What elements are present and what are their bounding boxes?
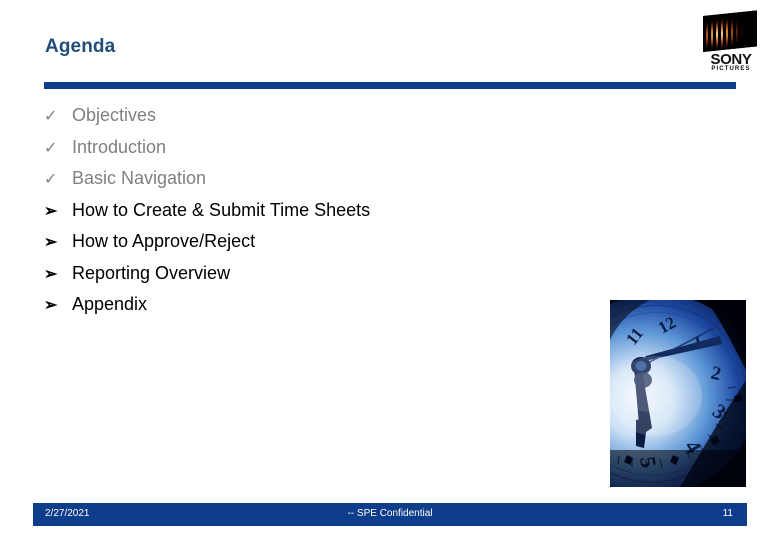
arrow-icon: ➢: [44, 265, 58, 283]
list-item: ✓ Basic Navigation: [44, 163, 564, 195]
agenda-item-label: Reporting Overview: [72, 262, 231, 283]
check-icon: ✓: [44, 108, 58, 125]
logo-brand-text: SONY: [710, 51, 752, 68]
agenda-item-label: How to Create & Submit Time Sheets: [72, 199, 371, 220]
list-item: ✓ Objectives: [44, 100, 564, 132]
slide-canvas: Agenda SONY PICTURES ✓ Objectives ✓ Intr…: [0, 0, 780, 540]
agenda-item-label: How to Approve/Reject: [72, 231, 256, 251]
sony-columns-icon: [703, 10, 757, 52]
check-icon: ✓: [44, 171, 58, 188]
agenda-item-label: Introduction: [72, 136, 167, 157]
footer-page-number: 11: [722, 508, 733, 519]
title-divider: [44, 82, 736, 89]
agenda-item-label: Objectives: [72, 105, 157, 125]
agenda-item-label: Appendix: [72, 294, 148, 314]
list-item: ✓ Introduction: [44, 132, 564, 164]
sony-pictures-logo: SONY PICTURES: [697, 10, 765, 78]
arrow-icon: ➢: [44, 297, 58, 314]
clock-face-photo: 11 12 1 2 3 4 5: [610, 300, 746, 487]
check-icon: ✓: [44, 139, 58, 157]
agenda-item-label: Basic Navigation: [72, 168, 207, 188]
arrow-icon: ➢: [44, 234, 58, 251]
footer-confidentiality: -- SPE Confidential: [347, 508, 433, 519]
agenda-list: ✓ Objectives ✓ Introduction ✓ Basic Navi…: [44, 100, 564, 321]
logo-subbrand-text: PICTURES: [711, 66, 751, 72]
list-item: ➢ How to Create & Submit Time Sheets: [44, 195, 564, 227]
list-item: ➢ Appendix: [44, 289, 564, 321]
page-title: Agenda: [45, 36, 116, 57]
arrow-icon: ➢: [44, 202, 58, 220]
list-item: ➢ Reporting Overview: [44, 258, 564, 290]
slide-footer: 2/27/2021 -- SPE Confidential 11: [33, 503, 747, 526]
list-item: ➢ How to Approve/Reject: [44, 226, 564, 258]
